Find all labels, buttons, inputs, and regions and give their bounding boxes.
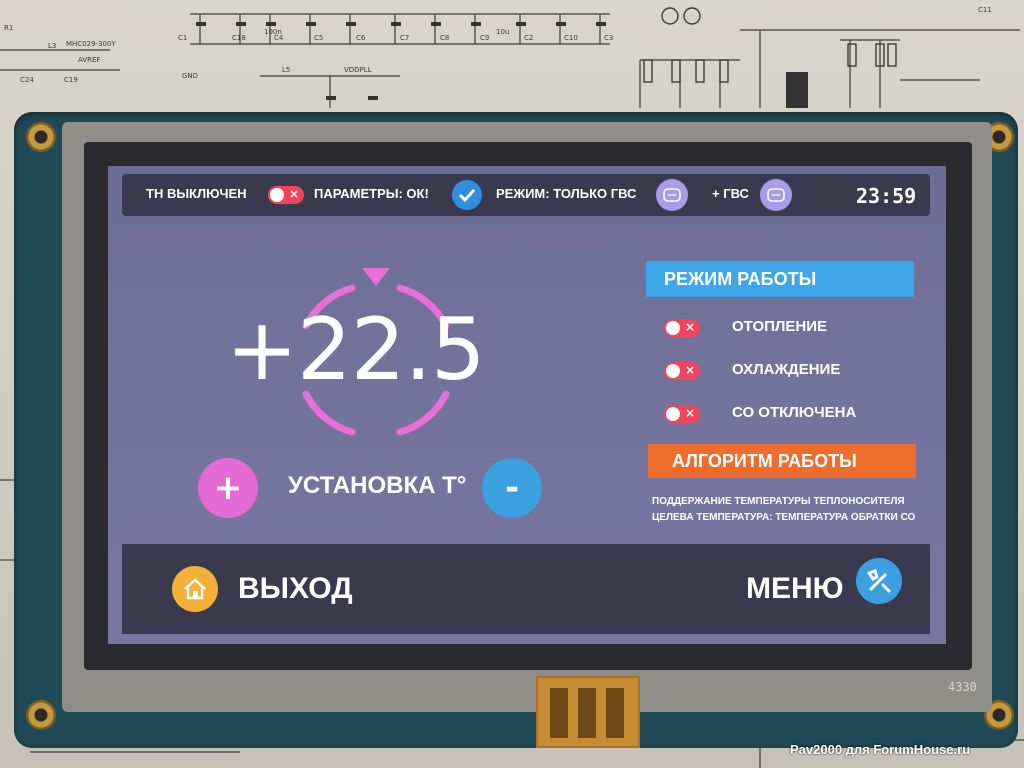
bottom-bar: ВЫХОД МЕНЮ — [122, 544, 930, 634]
exit-button[interactable]: ВЫХОД — [238, 572, 353, 606]
setpoint-label: УСТАНОВКА Т° — [288, 472, 467, 499]
home-icon[interactable] — [172, 566, 218, 612]
schematic-label: L3 — [48, 42, 56, 50]
mounting-hole-icon — [26, 122, 56, 152]
mounting-hole-icon — [26, 700, 56, 730]
mode-status-label: РЕЖИМ: ТОЛЬКО ГВС — [496, 186, 637, 201]
schematic-label: VDDPLL — [344, 66, 372, 74]
algorithm-line-2: ЦЕЛЕВА ТЕМПЕРАТУРА: ТЕМПЕРАТУРА ОБРАТКИ … — [652, 512, 916, 523]
increase-temp-button[interactable]: + — [198, 458, 258, 518]
heating-toggle[interactable]: × — [664, 319, 700, 337]
schematic-label: C11 — [978, 6, 992, 14]
schematic-label: C19 — [64, 76, 78, 84]
decrease-temp-button[interactable]: - — [482, 458, 542, 518]
schematic-label: C18 — [232, 34, 246, 42]
schematic-label: C9 — [480, 34, 489, 42]
schematic-label: C7 — [400, 34, 409, 42]
toggle-off-icon: × — [684, 406, 695, 420]
dhw-status-label: + ГВС — [712, 186, 749, 201]
heat-pump-toggle[interactable]: × — [268, 186, 304, 204]
schematic-label: C1 — [178, 34, 187, 42]
menu-button[interactable]: МЕНЮ — [746, 572, 844, 606]
thermostat-screen: ТН ВЫКЛЮЧЕН × ПАРАМЕТРЫ: ОК! РЕЖИМ: ТОЛЬ… — [108, 166, 946, 644]
schematic-label: L5 — [282, 66, 290, 74]
toggle-off-icon: × — [684, 363, 695, 377]
cooling-toggle[interactable]: × — [664, 362, 700, 380]
algorithm-line-1: ПОДДЕРЖАНИЕ ТЕМПЕРАТУРЫ ТЕПЛОНОСИТЕЛЯ — [652, 496, 905, 507]
minus-icon: - — [504, 468, 520, 508]
board-marking: 4330 — [948, 680, 977, 694]
schematic-label: 100n — [264, 28, 282, 36]
check-circle-icon — [452, 180, 482, 210]
schematic-label: R1 — [4, 24, 13, 32]
schematic-label: MHC029-300Y — [66, 40, 116, 48]
schematic-label: C10 — [564, 34, 578, 42]
schematic-label: C3 — [604, 34, 613, 42]
pointer-triangle-icon — [362, 268, 390, 286]
plus-icon: + — [213, 468, 243, 508]
schematic-label: C8 — [440, 34, 449, 42]
heat-pump-status-label: ТН ВЫКЛЮЧЕН — [146, 186, 247, 201]
clock: 23:59 — [856, 184, 917, 208]
flex-cable — [536, 676, 640, 748]
schematic-label: C5 — [314, 34, 323, 42]
toggle-off-icon: × — [288, 187, 299, 201]
status-bar: ТН ВЫКЛЮЧЕН × ПАРАМЕТРЫ: ОК! РЕЖИМ: ТОЛЬ… — [122, 174, 930, 216]
schematic-label: AVREF — [78, 56, 100, 64]
heating-system-label: СО ОТКЛЮЧЕНА — [732, 404, 857, 421]
heating-system-toggle[interactable]: × — [664, 405, 700, 423]
algorithm-header: АЛГОРИТМ РАБОТЫ — [648, 444, 916, 478]
boiler-icon[interactable] — [760, 179, 792, 211]
schematic-label: C6 — [356, 34, 366, 42]
heating-label: ОТОПЛЕНИЕ — [732, 318, 828, 335]
tools-icon[interactable] — [856, 558, 902, 604]
schematic-label: C2 — [524, 34, 533, 42]
toggle-off-icon: × — [684, 320, 695, 334]
schematic-label: 10u — [496, 28, 509, 36]
schematic-label: C24 — [20, 76, 34, 84]
photo-watermark: Pav2000 для ForumHouse.ru — [790, 742, 971, 757]
setpoint-value: +22.5 — [226, 300, 486, 400]
cooling-label: ОХЛАЖДЕНИЕ — [732, 361, 841, 378]
operating-mode-header: РЕЖИМ РАБОТЫ — [646, 261, 914, 297]
schematic-label: GND — [182, 72, 198, 80]
params-status-label: ПАРАМЕТРЫ: ОК! — [314, 186, 429, 201]
boiler-icon[interactable] — [656, 179, 688, 211]
